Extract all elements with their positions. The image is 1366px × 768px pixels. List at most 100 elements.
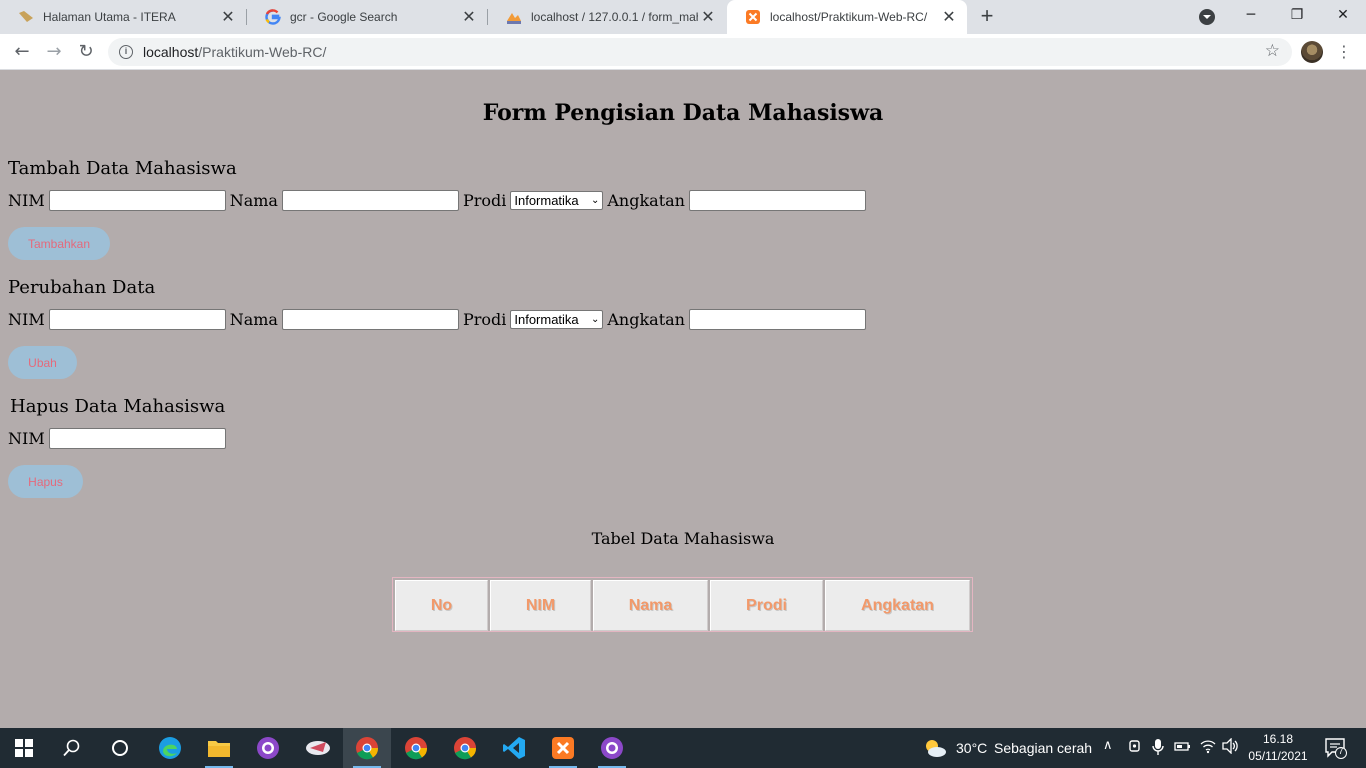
minimize-icon[interactable]: ─ (1228, 0, 1274, 34)
tab-phpmyadmin[interactable]: localhost / 127.0.0.1 / form_maha ✕ (488, 0, 726, 34)
nama-label: Nama (229, 309, 278, 329)
tab-google-search[interactable]: gcr - Google Search ✕ (247, 0, 487, 34)
new-tab-plus-icon[interactable]: + (976, 5, 998, 27)
student-table: No NIM Nama Prodi Angkatan (392, 577, 973, 632)
tab-title: Halaman Utama - ITERA (43, 10, 176, 24)
add-form-row: NIM Nama Prodi Informatika ⌄ Angkatan (8, 189, 866, 211)
ubah-button[interactable]: Ubah (8, 346, 77, 379)
file-explorer-icon[interactable] (195, 728, 243, 768)
chevron-down-icon: ⌄ (590, 194, 600, 206)
delete-section-heading: Hapus Data Mahasiswa (10, 396, 226, 417)
tab-praktikum-active[interactable]: localhost/Praktikum-Web-RC/ ✕ (727, 0, 967, 34)
close-icon[interactable]: ✕ (459, 7, 479, 27)
forward-arrow-icon[interactable]: → (42, 40, 66, 64)
bookmark-star-icon[interactable]: ☆ (1265, 41, 1280, 61)
window-close-icon[interactable]: ✕ (1320, 0, 1366, 34)
nim-label: NIM (8, 428, 45, 448)
weather-temperature[interactable]: 30°C (956, 740, 987, 756)
edit-nim-input[interactable] (48, 308, 226, 330)
prodi-selected-value: Informatika (514, 192, 579, 208)
add-nim-input[interactable] (48, 189, 226, 211)
notification-center-icon[interactable]: 7 (1324, 737, 1348, 763)
prodi-selected-value: Informatika (514, 311, 579, 327)
angkatan-label: Angkatan (607, 309, 685, 329)
table-header-nim: NIM (490, 580, 591, 631)
table-header-prodi: Prodi (710, 580, 823, 631)
address-bar[interactable]: i localhost/Praktikum-Web-RC/ ☆ (108, 38, 1292, 66)
search-icon[interactable] (48, 728, 96, 768)
tab-title: localhost / 127.0.0.1 / form_maha (531, 10, 698, 24)
wifi-icon[interactable] (1200, 738, 1216, 758)
tab-title: gcr - Google Search (290, 10, 398, 24)
edit-prodi-select[interactable]: Informatika ⌄ (510, 309, 604, 329)
table-header-no: No (395, 580, 488, 631)
github-desktop-second-icon[interactable] (588, 728, 636, 768)
tab-title: localhost/Praktikum-Web-RC/ (770, 10, 928, 24)
chrome-profile-icon[interactable] (392, 728, 440, 768)
prodi-label: Prodi (462, 190, 507, 210)
notification-count: 7 (1338, 746, 1344, 756)
vscode-icon[interactable] (490, 728, 538, 768)
chevron-up-icon[interactable]: ∧ (1103, 738, 1113, 753)
edge-browser-icon[interactable] (146, 728, 194, 768)
add-nama-input[interactable] (281, 189, 459, 211)
chevron-down-icon: ⌄ (590, 313, 600, 325)
phpmyadmin-favicon-icon (506, 9, 522, 25)
windows-start-icon[interactable] (0, 728, 48, 768)
close-icon[interactable]: ✕ (698, 7, 718, 27)
edit-angkatan-input[interactable] (688, 308, 866, 330)
itera-favicon-icon (18, 9, 34, 25)
chrome-active-icon[interactable] (343, 728, 391, 768)
chrome-second-icon[interactable] (441, 728, 489, 768)
table-header-nama: Nama (593, 580, 708, 631)
url-path: /Praktikum-Web-RC/ (198, 44, 327, 60)
close-icon[interactable]: ✕ (218, 7, 238, 27)
browser-tab-strip: Halaman Utama - ITERA ✕ gcr - Google Sea… (0, 0, 1366, 34)
google-favicon-icon (265, 9, 281, 25)
tab-itera[interactable]: Halaman Utama - ITERA ✕ (0, 0, 246, 34)
microphone-icon[interactable] (1152, 738, 1164, 760)
app-icon[interactable] (294, 728, 342, 768)
delete-form-row: NIM (8, 427, 226, 449)
table-caption: Tabel Data Mahasiswa (591, 529, 775, 548)
add-angkatan-input[interactable] (688, 189, 866, 211)
menu-kebab-icon[interactable]: ⋮ (1336, 40, 1352, 64)
close-icon[interactable]: ✕ (939, 7, 959, 27)
clock-date: 05/11/2021 (1248, 749, 1308, 763)
clock-time: 16.18 (1262, 732, 1294, 746)
nama-label: Nama (229, 190, 278, 210)
browser-toolbar: ← → ↻ i localhost/Praktikum-Web-RC/ ☆ ⋮ (0, 34, 1366, 70)
nim-label: NIM (8, 190, 45, 210)
weather-partly-cloudy-icon[interactable] (912, 728, 958, 768)
reload-icon[interactable]: ↻ (74, 40, 98, 64)
volume-icon[interactable] (1222, 737, 1240, 758)
taskbar-clock[interactable]: 16.18 05/11/2021 (1246, 731, 1310, 765)
tambahkan-button[interactable]: Tambahkan (8, 227, 110, 260)
weather-description[interactable]: Sebagian cerah (994, 740, 1092, 756)
cortana-icon[interactable] (96, 728, 144, 768)
windows-taskbar: 30°C Sebagian cerah ∧ 16.18 05/11/2021 7 (0, 728, 1366, 768)
web-page: Form Pengisian Data Mahasiswa Tambah Dat… (0, 70, 1366, 728)
site-info-icon[interactable]: i (119, 45, 133, 59)
github-desktop-icon[interactable] (244, 728, 292, 768)
nim-label: NIM (8, 309, 45, 329)
meet-now-icon[interactable] (1128, 738, 1142, 758)
page-title: Form Pengisian Data Mahasiswa (482, 100, 884, 126)
add-prodi-select[interactable]: Informatika ⌄ (510, 190, 604, 210)
tab-search-dropdown-icon[interactable] (1199, 9, 1215, 25)
angkatan-label: Angkatan (607, 190, 685, 210)
edit-nama-input[interactable] (281, 308, 459, 330)
profile-avatar[interactable] (1301, 41, 1323, 63)
xampp-favicon-icon (745, 9, 761, 25)
delete-nim-input[interactable] (48, 427, 226, 449)
restore-icon[interactable]: ❐ (1274, 0, 1320, 34)
xampp-icon[interactable] (539, 728, 587, 768)
edit-form-row: NIM Nama Prodi Informatika ⌄ Angkatan (8, 308, 866, 330)
url-host: localhost (143, 44, 199, 60)
edit-section-heading: Perubahan Data (8, 277, 156, 298)
prodi-label: Prodi (462, 309, 507, 329)
table-header-angkatan: Angkatan (825, 580, 970, 631)
hapus-button[interactable]: Hapus (8, 465, 83, 498)
back-arrow-icon[interactable]: ← (10, 40, 34, 64)
battery-icon[interactable] (1174, 738, 1192, 758)
